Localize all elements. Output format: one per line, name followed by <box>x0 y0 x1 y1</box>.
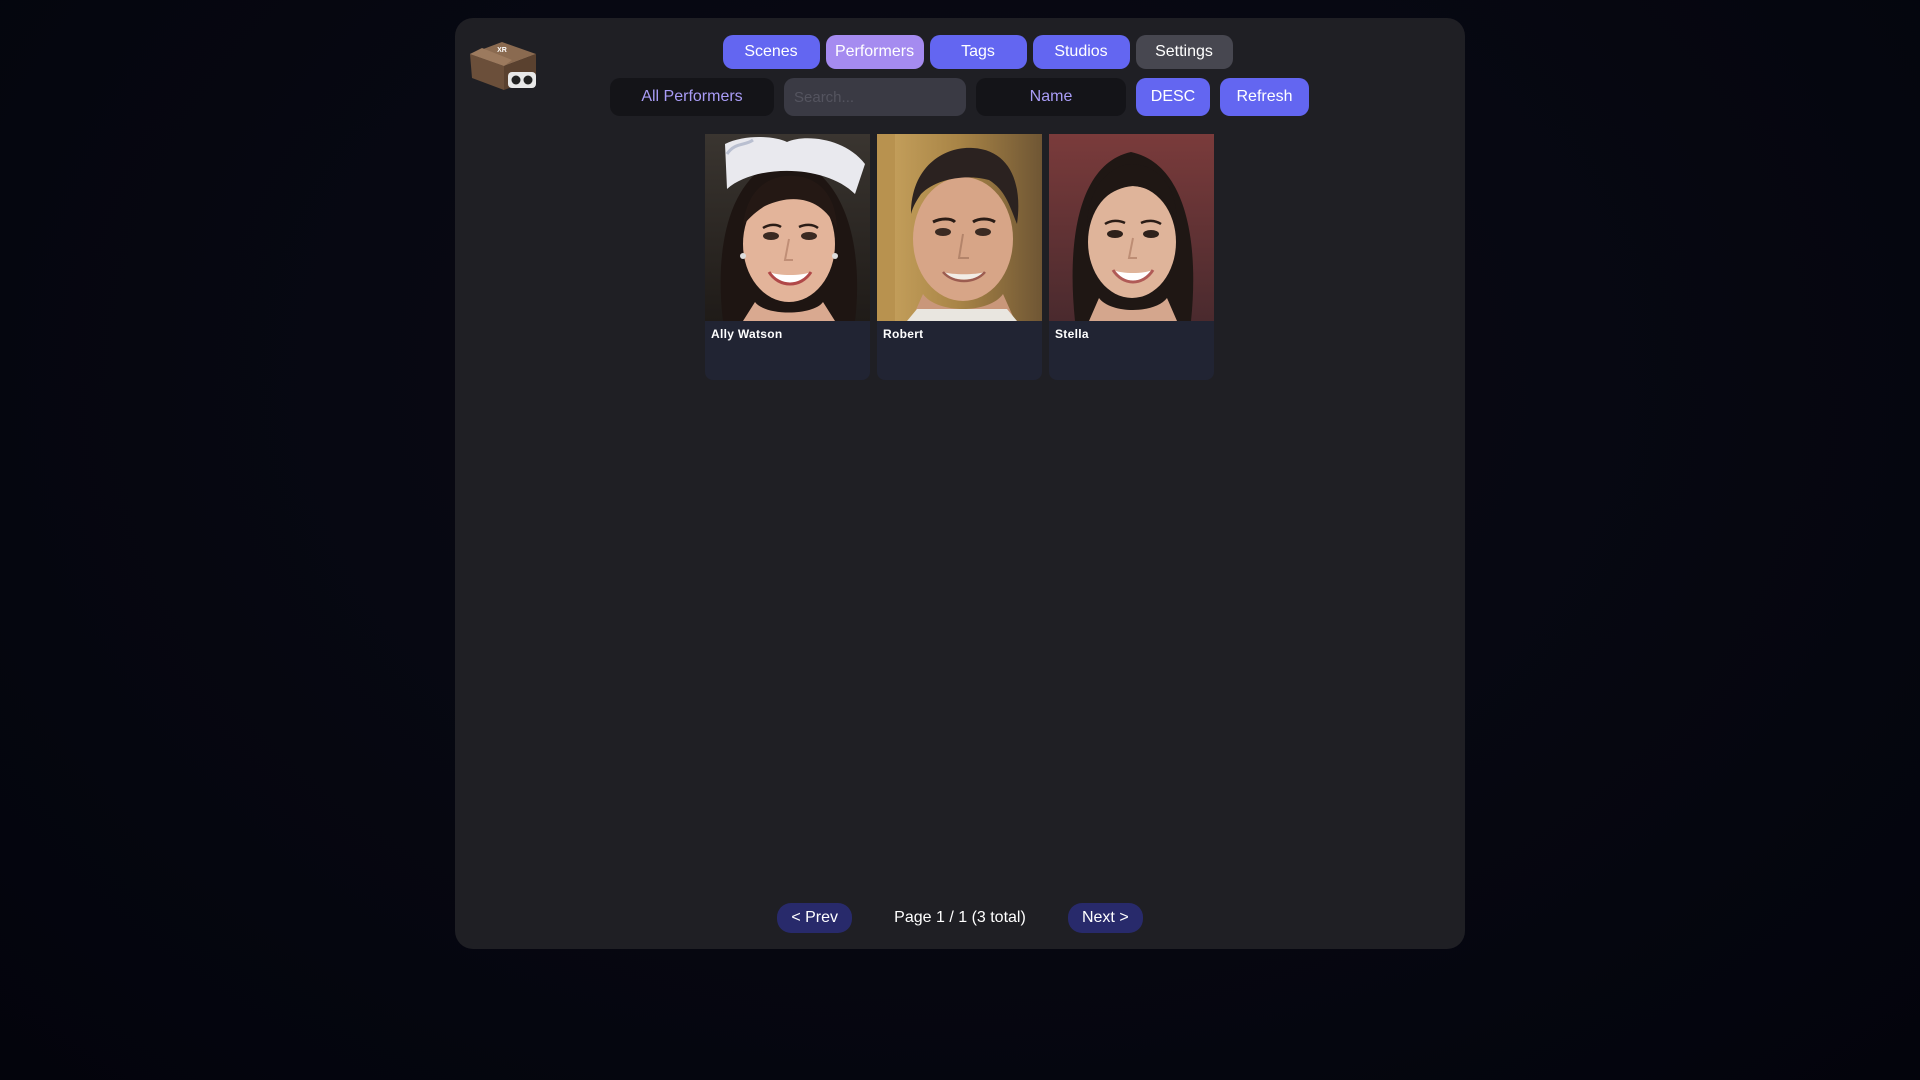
tab-scenes[interactable]: Scenes <box>722 35 820 69</box>
performer-card[interactable]: Ally Watson <box>705 134 870 380</box>
performer-card[interactable]: Robert <box>877 134 1042 380</box>
performer-photo <box>1049 134 1214 321</box>
tab-settings[interactable]: Settings <box>1135 35 1233 69</box>
refresh-button[interactable]: Refresh <box>1220 78 1309 116</box>
tab-tags[interactable]: Tags <box>929 35 1027 69</box>
main-panel: XR Scenes Performers Tags Studios Settin… <box>455 18 1465 949</box>
search-input[interactable] <box>784 78 966 116</box>
main-nav: Scenes Performers Tags Studios Settings <box>455 35 1465 69</box>
performer-name: Robert <box>883 327 924 341</box>
pagination: < Prev Page 1 / 1 (3 total) Next > <box>455 903 1465 933</box>
performer-name: Ally Watson <box>711 327 783 341</box>
performer-card[interactable]: Stella <box>1049 134 1214 380</box>
performer-grid: Ally Watson Robert Stella <box>705 134 1214 380</box>
sort-field-select[interactable]: Name <box>976 78 1126 116</box>
performer-photo <box>705 134 870 321</box>
performer-photo <box>877 134 1042 321</box>
prev-page-button[interactable]: < Prev <box>777 903 853 933</box>
sort-order-button[interactable]: DESC <box>1136 78 1210 116</box>
performer-name: Stella <box>1055 327 1089 341</box>
tab-studios[interactable]: Studios <box>1032 35 1130 69</box>
tab-performers[interactable]: Performers <box>825 35 924 69</box>
next-page-button[interactable]: Next > <box>1067 903 1143 933</box>
performer-filter-select[interactable]: All Performers <box>610 78 774 116</box>
toolbar: All Performers Name DESC Refresh <box>610 78 1309 116</box>
page-info: Page 1 / 1 (3 total) <box>894 909 1026 926</box>
